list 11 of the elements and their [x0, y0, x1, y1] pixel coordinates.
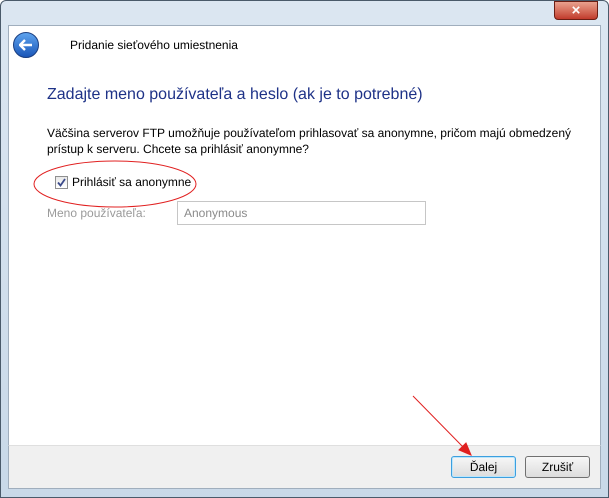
next-button[interactable]: Ďalej — [451, 456, 516, 478]
page-heading: Zadajte meno používateľa a heslo (ak je to potrebné) — [47, 85, 424, 105]
annotation-arrow — [412, 395, 472, 456]
anonymous-checkbox[interactable] — [55, 176, 68, 188]
username-label: Meno používateľa: — [47, 205, 147, 222]
checkbox-label: Prihlásiť sa anonymne — [72, 174, 192, 191]
cancel-button[interactable]: Zrušiť — [525, 456, 590, 478]
description-text: Väčšina serverov FTP umožňuje používateľom prihlasovať sa anonymne, pričom majú obmedzený prístup k serveru. Chcete sa prihlásiť anonymne? — [47, 125, 572, 157]
back-button[interactable] — [13, 32, 39, 58]
left-arrow-icon — [19, 38, 33, 50]
window-title: Pridanie sieťového umiestnenia — [70, 36, 238, 54]
